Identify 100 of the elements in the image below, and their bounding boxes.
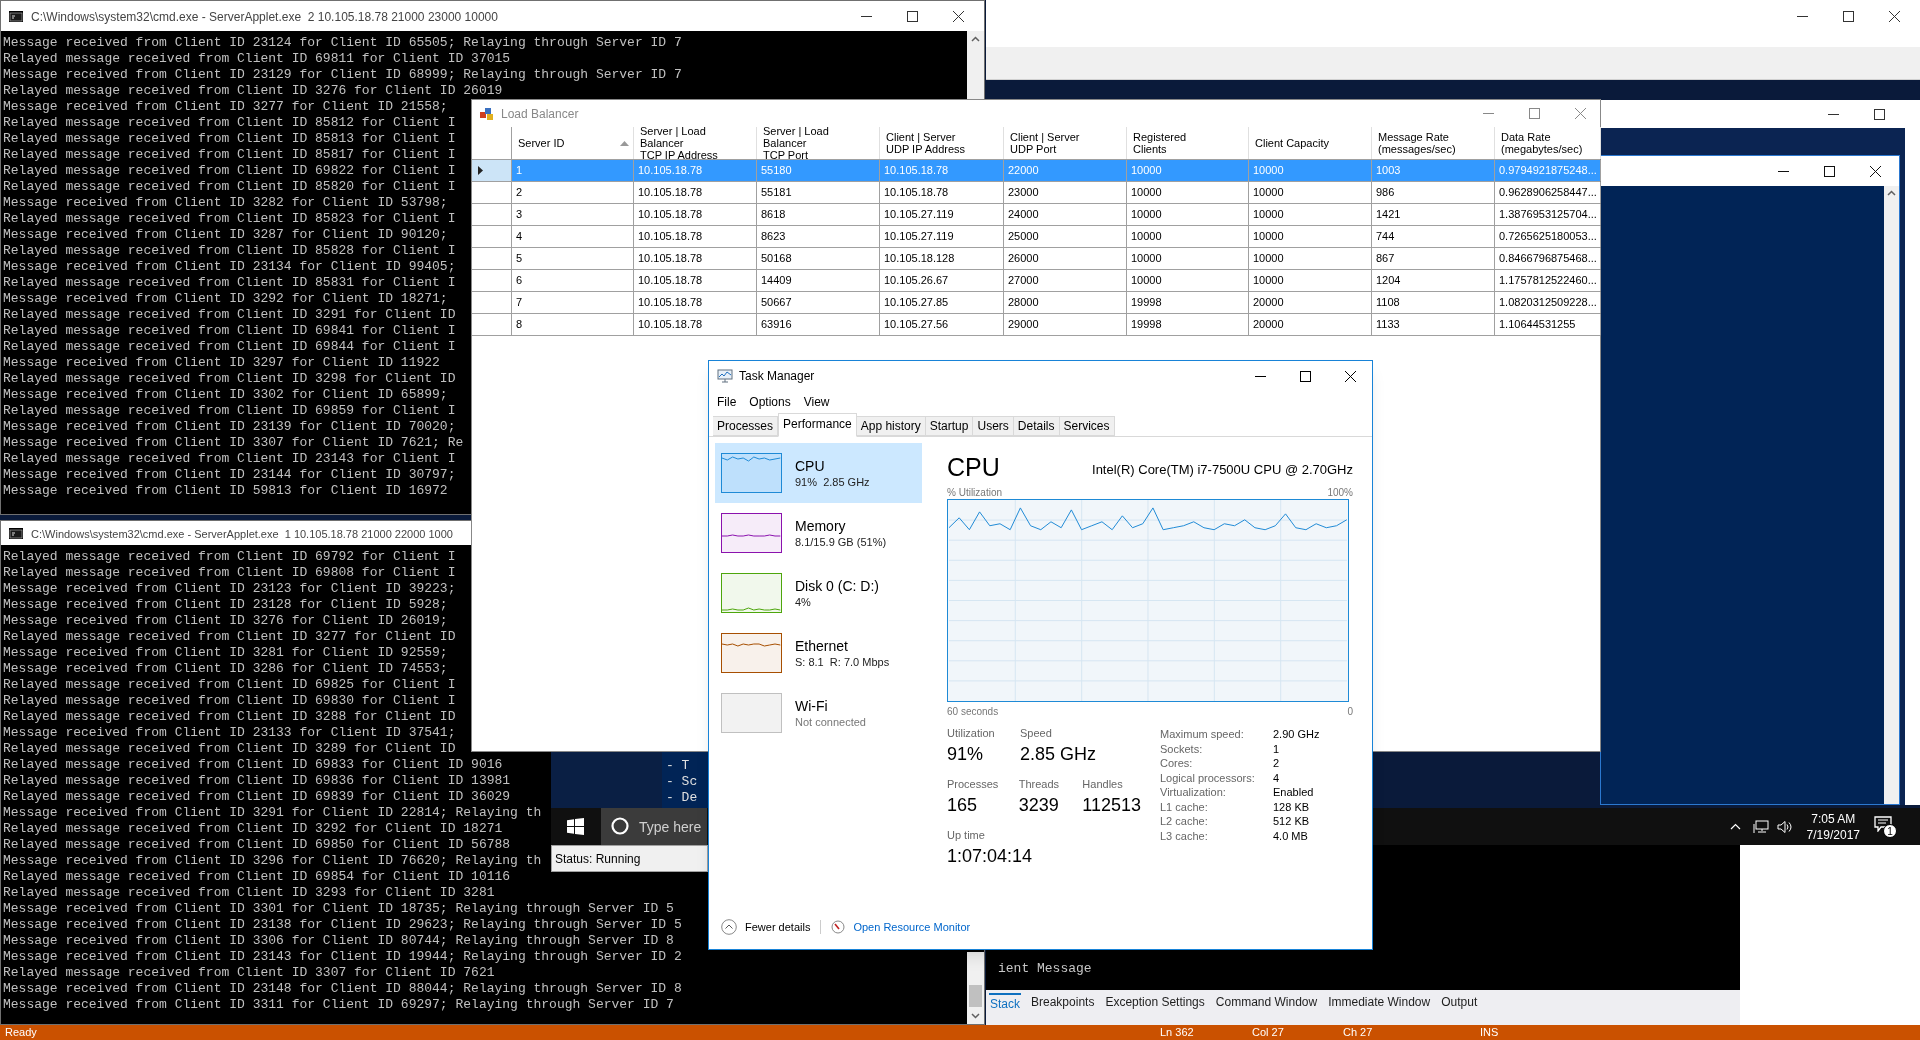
maximize-icon[interactable] [1824, 165, 1835, 177]
console-line: Relayed message received from Client ID 3288 for Client ID [3, 709, 456, 725]
console-line: Relayed message received from Client ID 85831 for Client I [3, 275, 456, 291]
resource-item[interactable]: Memory 8.1/15.9 GB (51%) [715, 503, 922, 563]
monitor-chart-icon [717, 369, 733, 383]
console-line: Message received from Client ID 23129 for Client ID 68999; Relaying through Server ID 7 [3, 67, 682, 83]
tab[interactable]: Processes [713, 416, 779, 436]
scrollbar[interactable] [1884, 186, 1899, 804]
console-line: Relayed message received from Client ID 85812 for Client I [3, 115, 456, 131]
console-line: Message received from Client ID 3311 for Client ID 69297; Relaying through Server ID 7 [3, 997, 674, 1013]
stat-value: 1:07:04:14 [947, 845, 1034, 868]
console-line: Message received from Client ID 3282 for Client ID 53798; [3, 195, 448, 211]
tab[interactable]: Startup [925, 416, 974, 436]
console-line: Message received from Client ID 23148 for Client ID 88044; Relaying through Server ID 8 [3, 981, 682, 997]
close-icon[interactable] [953, 10, 964, 22]
window-title: Task Manager [739, 368, 816, 385]
panel-tab[interactable]: Stack [989, 993, 1021, 1013]
window-title: C:\Windows\system32\cmd.exe - ServerApplet.exe 1 10.105.18.78 21000 22000 1000 [31, 528, 453, 540]
console-line: Message received from Client ID 3276 for Client ID 26019; [3, 613, 448, 629]
panel-tab[interactable]: Output [1440, 993, 1479, 1011]
stat-value: 91% [947, 743, 985, 766]
console-line: Relayed message received from Client ID 3298 for Client ID [3, 371, 456, 387]
scroll-down-icon[interactable] [971, 1013, 980, 1019]
panel-tab[interactable]: Immediate Window [1327, 993, 1432, 1011]
console-line: Relayed message received from Client ID 69839 for Client ID 36029 [3, 789, 511, 805]
maximize-icon[interactable] [1874, 108, 1885, 120]
tab[interactable]: Details [1013, 416, 1060, 436]
console-line: Message received from Client ID 3291 for Client ID 22814; Relaying th [3, 805, 542, 821]
resource-detail: 8.1/15.9 GB (51%) [795, 534, 887, 550]
close-icon[interactable] [1889, 11, 1900, 22]
scroll-thumb[interactable] [969, 985, 982, 1007]
console-line: Relayed message received from Client ID 69841 for Client I [3, 323, 456, 339]
app-icon [480, 106, 494, 121]
scrollbar[interactable] [967, 952, 984, 1024]
spec-value: 4.0 MB [1273, 828, 1309, 843]
clock-date[interactable]: 7/19/2017 [1806, 826, 1860, 843]
stat-label: Utilization [947, 726, 996, 741]
output-text: ient Message [998, 959, 1093, 978]
panel-tab[interactable]: Breakpoints [1030, 993, 1096, 1011]
scroll-up-icon[interactable] [1887, 190, 1896, 196]
insert-mode: INS [1480, 1026, 1499, 1039]
console-line: Message received from Client ID 23133 for Client ID 37541; [3, 725, 456, 741]
console-line: Message received from Client ID 3302 for Client ID 65899; [3, 387, 448, 403]
console-line: Message received from Client ID 23134 for Client ID 99405; [3, 259, 456, 275]
network-icon[interactable] [1752, 819, 1769, 834]
tab[interactable]: Users [973, 416, 1014, 436]
menu-item[interactable]: File [717, 393, 737, 411]
resource-item[interactable]: Disk 0 (C: D:) 4% [715, 563, 922, 623]
windows-logo-icon[interactable] [567, 818, 584, 835]
maximize-icon[interactable] [1300, 370, 1311, 382]
console-line: Relayed message received from Client ID 85817 for Client I [3, 147, 456, 163]
window-title: Load Balancer [501, 105, 580, 123]
resource-item[interactable]: Ethernet S: 8.1 R: 7.0 Mbps [715, 623, 922, 683]
clock-time[interactable]: 7:05 AM [1811, 810, 1856, 827]
stat-label: Threads [1018, 777, 1060, 792]
graph-max: 100% [1327, 486, 1353, 499]
chevron-up-circle-icon[interactable] [721, 919, 737, 935]
scrollbar[interactable] [967, 31, 984, 99]
console-line: Message received from Client ID 3297 for Client ID 11922 [3, 355, 440, 371]
graph-label: % Utilization [947, 486, 1003, 499]
row-header[interactable] [472, 160, 512, 181]
maximize-icon[interactable] [907, 10, 918, 22]
close-icon[interactable] [1345, 370, 1356, 382]
spec-value: 2.90 GHz [1273, 727, 1321, 742]
panel-heading: CPU [947, 453, 1000, 481]
resource-detail: Not connected [795, 714, 866, 730]
spec-value: 128 KB [1273, 799, 1311, 814]
console-line: Relayed message received from Client ID 85813 for Client I [3, 131, 456, 147]
console-line: Relayed message received from Client ID 3276 for Client ID 26019 [3, 83, 503, 99]
resource-name: Wi-Fi [795, 696, 829, 715]
tab[interactable]: App history [856, 416, 926, 436]
console-line: Message received from Client ID 3277 for Client ID 21558; [3, 99, 448, 115]
tab[interactable]: Services [1059, 416, 1115, 436]
graph-min: 0 [1347, 705, 1353, 719]
resource-monitor-link[interactable]: Open Resource Monitor [853, 918, 971, 936]
scroll-up-icon[interactable] [971, 36, 980, 42]
tab[interactable]: Performance [778, 413, 857, 437]
menu-item[interactable]: View [803, 393, 830, 411]
speaker-icon[interactable] [1776, 819, 1793, 834]
maximize-icon[interactable] [1843, 11, 1854, 22]
resource-item[interactable]: CPU 91% 2.85 GHz [715, 443, 922, 503]
fewer-details-link[interactable]: Fewer details [745, 918, 811, 936]
console-line: Relayed message received from Client ID 23143 for Client I [3, 451, 456, 467]
console-line: Message received from Client ID 3301 for Client ID 18735; Relaying through Server ID 5 [3, 901, 674, 917]
console-line: Message received from Client ID 3306 for Client ID 80744; Relaying through Server ID 8 [3, 933, 674, 949]
search-field[interactable]: Type here [601, 808, 707, 845]
panel-tab[interactable]: Exception Settings [1104, 993, 1206, 1011]
console-line: Relayed message received from Client ID 3293 for Client ID 3281 [3, 885, 495, 901]
spec-label: Logical processors: [1160, 770, 1256, 785]
console-line: Relayed message received from Client ID 69830 for Client I [3, 693, 456, 709]
stat-value: 2.85 GHz [1020, 743, 1098, 766]
console-line: Message received from Client ID 23144 for Client ID 30797; [3, 467, 456, 483]
panel-tab[interactable]: Command Window [1214, 993, 1319, 1011]
status-text: Status: Running [555, 850, 641, 868]
close-icon[interactable] [1870, 165, 1881, 177]
console-line: - T [666, 758, 691, 774]
chevron-up-icon[interactable] [1729, 823, 1741, 830]
menu-item[interactable]: Options [749, 393, 791, 411]
resource-item[interactable]: Wi-Fi Not connected [715, 683, 922, 743]
console-line: Message received from Client ID 3281 for Client ID 92559; [3, 645, 448, 661]
